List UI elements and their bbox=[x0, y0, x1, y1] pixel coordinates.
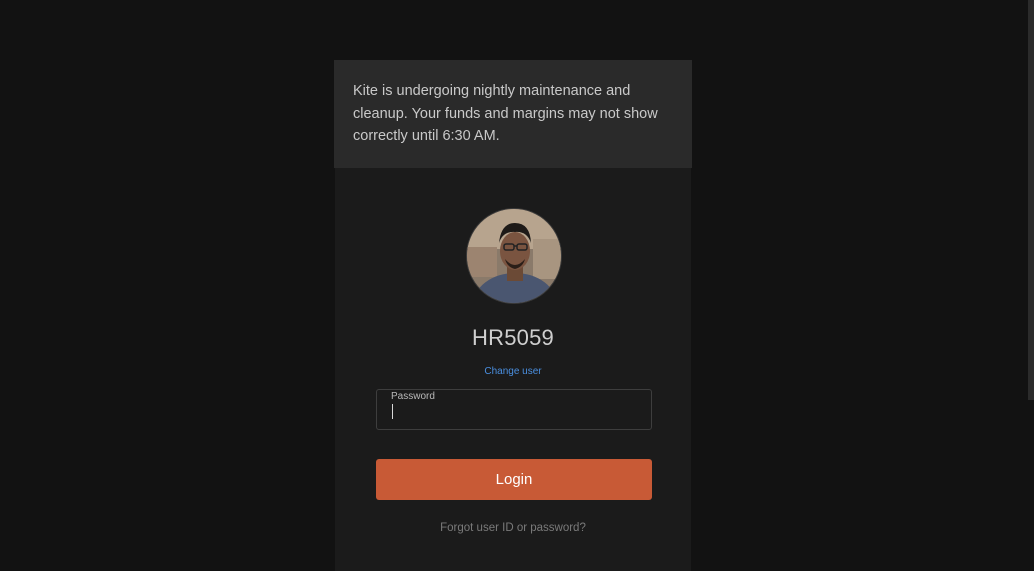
maintenance-notice: Kite is undergoing nightly maintenance a… bbox=[334, 60, 692, 168]
forgot-password-link[interactable]: Forgot user ID or password? bbox=[335, 522, 691, 534]
password-label: Password bbox=[391, 391, 435, 402]
text-caret bbox=[392, 404, 393, 419]
user-avatar bbox=[466, 208, 562, 304]
login-card: HR5059 Change user Password Login Forgot… bbox=[335, 168, 691, 571]
scrollbar-thumb[interactable] bbox=[1028, 0, 1034, 400]
scrollbar-track[interactable] bbox=[1028, 0, 1034, 571]
password-input[interactable] bbox=[391, 403, 641, 423]
user-id: HR5059 bbox=[472, 325, 554, 350]
maintenance-notice-text: Kite is undergoing nightly maintenance a… bbox=[353, 83, 658, 144]
change-user-link[interactable]: Change user bbox=[335, 366, 691, 377]
login-button[interactable]: Login bbox=[376, 459, 652, 500]
login-page: Kite is undergoing nightly maintenance a… bbox=[0, 0, 1034, 571]
login-container: Kite is undergoing nightly maintenance a… bbox=[334, 60, 692, 571]
avatar-photo-icon bbox=[467, 209, 561, 303]
password-field[interactable]: Password bbox=[376, 389, 652, 430]
